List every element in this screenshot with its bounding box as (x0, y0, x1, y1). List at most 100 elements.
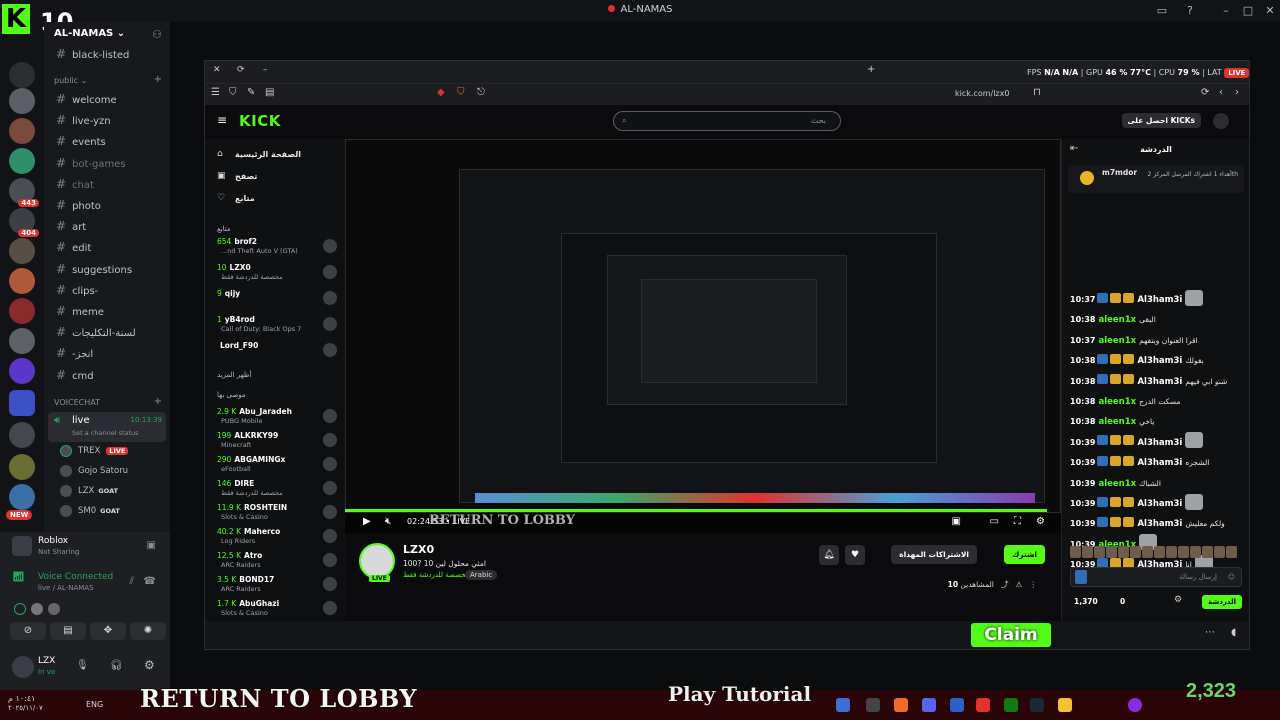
avatar[interactable] (1213, 113, 1229, 129)
search-input[interactable]: بحث ⌕ (613, 111, 841, 131)
gift-subs-button[interactable]: الاشتراكات المهداة (891, 545, 977, 564)
theater-icon[interactable]: ▭ (990, 516, 999, 527)
server-icon[interactable] (9, 484, 35, 510)
brave-icon[interactable] (894, 698, 908, 712)
server-icon[interactable] (9, 88, 35, 114)
chrome-icon[interactable] (976, 698, 990, 712)
screenshot-icon[interactable]: ▤ (265, 87, 274, 98)
close-button[interactable]: ✕ (1262, 3, 1278, 19)
server-icon[interactable]: 404 (9, 208, 39, 237)
steam-icon[interactable] (1030, 698, 1044, 712)
channel-black-listed[interactable]: # black-listed (56, 47, 129, 61)
bookmark-icon[interactable]: ⊓ (1033, 87, 1041, 98)
message-user[interactable]: Al3ham3i (1137, 519, 1182, 529)
emote-icon[interactable] (1075, 570, 1087, 584)
channel-list-item[interactable]: 40.2 K Maherco Log Riders (217, 527, 341, 551)
channel-list-item[interactable]: 3.5 K BOND17 ARC Raiders (217, 575, 341, 599)
channel-list-item[interactable]: 199 ALKRKY99 Minecraft (217, 431, 341, 455)
server-name-header[interactable]: AL-NAMAS ⌄ (54, 28, 125, 39)
channel-list-item[interactable]: 2.9 K Abu_Jaradeh PUBG Mobile (217, 407, 341, 431)
inbox-icon[interactable]: ▭ (1154, 3, 1170, 19)
camera-off-icon[interactable]: ⊘ (10, 622, 46, 640)
clock-time[interactable]: ١٠:٤١ م (8, 694, 35, 703)
volume-icon[interactable]: ◖ (1231, 627, 1236, 638)
channel-status[interactable]: Set a channel status (72, 429, 139, 437)
channel-list-item[interactable]: 10 LZX0 مخصصة للدردشة فقط (217, 263, 341, 287)
new-tab-icon[interactable]: + (867, 64, 875, 75)
channel-list-item[interactable]: 1 yB4rod Call of Duty: Black Ops 7 (217, 315, 341, 339)
brave-shield-icon[interactable]: ⛉ (457, 87, 465, 98)
message-user[interactable]: Al3ham3i (1137, 499, 1182, 509)
clock-date[interactable]: ٢٠٢٥/١١/٠٧ (8, 704, 43, 712)
channel-item[interactable]: # clips- (56, 283, 98, 297)
gear-icon[interactable]: ⚙ (144, 658, 155, 672)
follow-button[interactable]: اشترك (1004, 545, 1045, 564)
channel-list-item[interactable]: Lord_F90 (217, 341, 341, 365)
server-icon[interactable] (9, 454, 35, 480)
message-user[interactable]: Al3ham3i (1137, 356, 1182, 366)
folder-icon[interactable] (1058, 698, 1072, 712)
add-member-icon[interactable]: ⚇ (152, 28, 162, 41)
chat-message[interactable]: 10:38 aleen1x مسكت الدرج (1070, 389, 1246, 407)
activities-icon[interactable]: ✥ (90, 622, 126, 640)
channel-item[interactable]: # -انجز (56, 346, 93, 360)
mute-icon[interactable]: 🔇︎ (385, 516, 391, 527)
voice-user[interactable]: LZX GOAT (60, 485, 118, 497)
pinned-user[interactable]: m7mdor (1102, 168, 1137, 177)
bell-icon[interactable]: 🔔︎ (819, 545, 839, 565)
channel-item[interactable]: # events (56, 134, 106, 148)
message-user[interactable]: Al3ham3i (1137, 295, 1182, 305)
server-icon[interactable]: 443 (9, 178, 39, 207)
channel-item[interactable]: # meme (56, 304, 104, 318)
voice-user[interactable]: Gojo Satoru (60, 465, 128, 477)
chat-message[interactable]: 10:39 Al3ham3i ولكم معليش (1070, 511, 1246, 529)
soundboard-icon[interactable]: ✺ (130, 622, 166, 640)
close-tab-icon[interactable]: ✕ (213, 65, 221, 75)
kick-nav-item[interactable]: ⌂ الصفحة الرئيسية (205, 149, 345, 165)
gear-icon[interactable]: ⚙ (1174, 595, 1182, 605)
reload-icon[interactable]: ⟳ (1201, 87, 1209, 98)
back-icon[interactable]: ‹ (1219, 87, 1223, 98)
server-icon[interactable] (9, 268, 35, 294)
heart-icon[interactable]: ♥ (845, 545, 865, 565)
disconnect-icon[interactable]: ☎ (144, 576, 156, 587)
avatar[interactable] (359, 543, 395, 579)
chat-message[interactable]: 10:38 aleen1x البقى (1070, 307, 1246, 325)
channel-list-item[interactable]: 146 DIRE مخصصة للدردشة فقط (217, 479, 341, 503)
channel-list-item[interactable]: 11.9 K ROSHTEIN Slots & Casino (217, 503, 341, 527)
channel-item[interactable]: # suggestions (56, 262, 132, 276)
screen-share-button[interactable]: ▤ (50, 622, 86, 640)
message-user[interactable]: Al3ham3i (1137, 377, 1182, 387)
app-icon[interactable] (1128, 698, 1142, 712)
chat-send-button[interactable]: الدردشة (1202, 595, 1242, 609)
emoji-icon[interactable]: ☺ (1228, 573, 1235, 581)
avatar[interactable] (12, 656, 34, 678)
message-user[interactable]: aleen1x (1098, 417, 1136, 427)
gear-icon[interactable]: ⚙ (1036, 516, 1045, 527)
server-icon[interactable] (9, 148, 35, 174)
points-count[interactable]: 1,370 (1074, 597, 1098, 606)
help-icon[interactable]: ? (1182, 3, 1198, 19)
voice-connected-label[interactable]: Voice Connected (38, 572, 113, 582)
channel-item[interactable]: # cmd (56, 368, 94, 382)
channel-item[interactable]: # art (56, 219, 86, 233)
chat-message[interactable]: 10:39 Al3ham3i (1070, 491, 1246, 510)
noise-suppression-icon[interactable]: ⫽ (130, 576, 134, 587)
extension-icon[interactable]: ◆ (437, 87, 445, 98)
claim-button[interactable]: Claim (971, 623, 1051, 647)
minimize-tab-icon[interactable]: – (263, 65, 268, 75)
chat-message[interactable]: 10:39 aleen1x الشباك (1070, 471, 1246, 489)
channel-list-item[interactable]: 12.5 K Atro ARC Raiders (217, 551, 341, 575)
fullscreen-icon[interactable]: ⛶ (1014, 516, 1021, 527)
server-icon[interactable] (9, 358, 35, 384)
refresh-icon[interactable]: ⟳ (237, 65, 245, 75)
folder-icon[interactable] (9, 390, 35, 416)
user-status[interactable]: In vo (38, 668, 55, 676)
channel-item[interactable]: # chat (56, 177, 94, 191)
clip-icon[interactable]: ▣ (952, 516, 961, 527)
headphones-icon[interactable]: 🎧︎ (110, 660, 123, 671)
voice-user[interactable]: SM0 GOAT (60, 505, 120, 517)
kick-nav-item[interactable]: ♡ متابع (205, 193, 345, 209)
message-user[interactable]: aleen1x (1098, 397, 1136, 407)
emote-bar[interactable] (1070, 543, 1246, 558)
